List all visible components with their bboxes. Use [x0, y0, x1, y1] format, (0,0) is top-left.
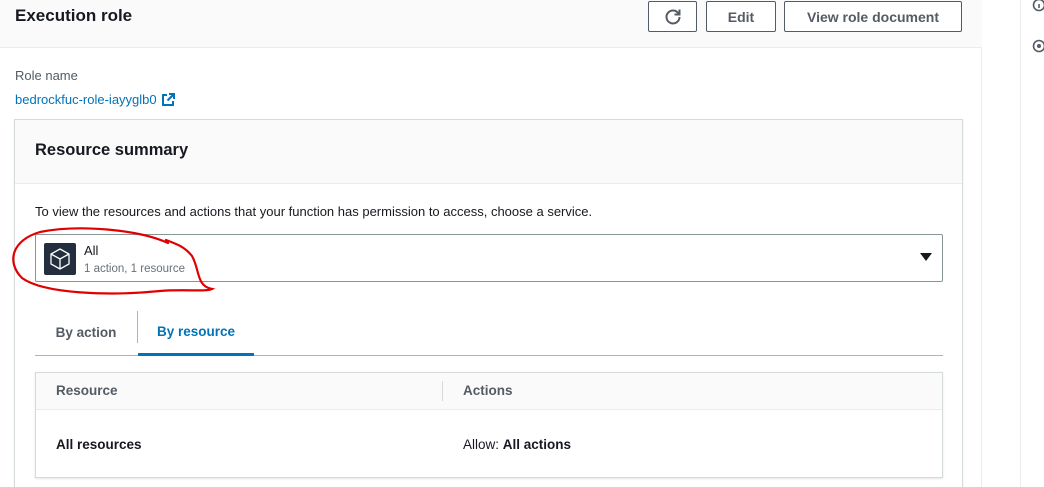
column-header-resource[interactable]: Resource: [56, 383, 118, 398]
resource-summary: Resource summary To view the resources a…: [14, 119, 963, 487]
edit-button[interactable]: Edit: [706, 1, 776, 32]
role-name-link[interactable]: bedrockfuc-role-iayyglb0: [15, 92, 175, 107]
refresh-button[interactable]: [648, 1, 697, 32]
info-circle-icon[interactable]: [1032, 0, 1044, 12]
column-header-actions[interactable]: Actions: [463, 383, 513, 398]
resource-table: Resource Actions All resources Allow: Al…: [35, 372, 943, 478]
table-header: Resource Actions: [36, 373, 942, 410]
service-select[interactable]: All 1 action, 1 resource: [35, 234, 943, 282]
execution-role-panel: Execution role Edit View role document R…: [0, 0, 982, 487]
tab-by-resource[interactable]: By resource: [138, 310, 254, 356]
summary-tabs: By action By resource: [35, 310, 943, 356]
panel-header: Execution role Edit View role document: [0, 0, 982, 48]
tab-by-action[interactable]: By action: [35, 310, 137, 355]
settings-icon[interactable]: [1032, 39, 1044, 53]
right-side-strip: [1020, 0, 1044, 487]
column-separator: [442, 381, 443, 401]
role-name-label: Role name: [15, 68, 78, 83]
external-link-icon: [161, 92, 175, 106]
view-role-document-button[interactable]: View role document: [784, 1, 962, 32]
resource-summary-header: Resource summary: [15, 120, 962, 184]
resource-summary-title: Resource summary: [35, 141, 189, 159]
service-select-sublabel: 1 action, 1 resource: [84, 263, 186, 275]
actions-prefix: Allow:: [463, 437, 500, 452]
service-select-label: All: [84, 243, 99, 258]
resource-summary-description: To view the resources and actions that y…: [35, 204, 593, 219]
panel-title: Execution role: [15, 6, 133, 25]
table-cell-resource: All resources: [56, 437, 142, 452]
caret-down-icon: [920, 253, 932, 261]
table-cell-actions: Allow: All actions: [463, 437, 571, 452]
service-cube-icon: [44, 243, 76, 275]
actions-value: All actions: [502, 437, 572, 452]
refresh-icon: [665, 8, 680, 24]
role-name-text[interactable]: bedrockfuc-role-iayyglb0: [15, 92, 157, 107]
